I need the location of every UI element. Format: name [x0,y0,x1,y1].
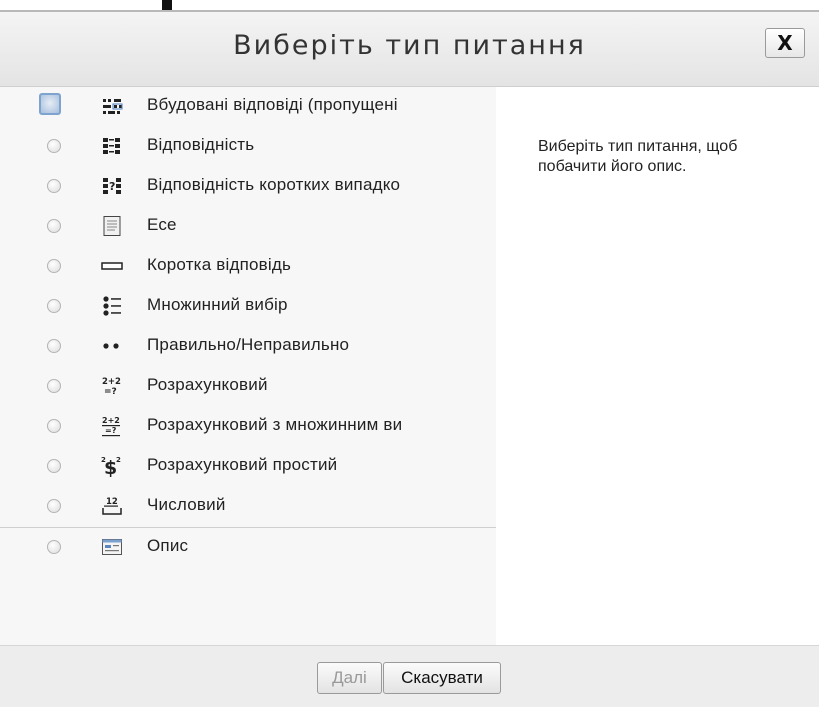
option-label: Множинний вибір [147,295,288,314]
description-panel: Виберіть тип питання, щоб побачити його … [496,87,819,645]
question-type-list: Вбудовані відповіді (пропущені Відповідн… [0,87,496,645]
calculated-multichoice-icon: 2+2 =? [101,415,123,437]
radio-button[interactable] [47,299,61,313]
random-short-answer-matching-icon: ? [101,175,123,197]
dialog-header: Виберіть тип питання X [0,12,819,87]
radio-button[interactable] [47,499,61,513]
option-description[interactable]: Опис [0,527,496,568]
option-label: Правильно/Неправильно [147,335,350,354]
option-label: Опис [147,536,189,555]
cancel-button[interactable]: Скасувати [383,662,501,694]
dialog-title: Виберіть тип питання [233,30,586,61]
option-calculated[interactable]: 2+2 =? Розрахунковий [0,367,496,407]
option-label: Розрахунковий з множинним ви [147,415,403,434]
radio-button[interactable] [47,259,61,273]
option-numerical[interactable]: 12 Числовий [0,487,496,527]
option-label: Розрахунковий простий [147,455,338,474]
option-label: Есе [147,215,177,234]
radio-button[interactable] [47,419,61,433]
multiple-choice-icon [101,295,123,317]
svg-text:2+2: 2+2 [102,377,121,387]
radio-button[interactable] [47,139,61,153]
background-page-strip [0,0,819,13]
close-button[interactable]: X [765,28,805,58]
calculated-simple-icon: $2 2 [101,455,123,477]
radio-button[interactable] [47,540,61,554]
radio-button[interactable] [47,379,61,393]
option-label: Розрахунковий [147,375,268,394]
radio-button[interactable] [47,459,61,473]
cloze-icon [101,95,123,117]
dialog-footer: Далі Скасувати [0,645,819,707]
option-random-short-answer-matching[interactable]: ? Відповідність коротких випадко [0,167,496,207]
option-true-false[interactable]: Правильно/Неправильно [0,327,496,367]
matching-icon [101,135,123,157]
radio-button[interactable] [39,93,61,115]
description-icon [101,536,123,558]
radio-button[interactable] [47,219,61,233]
option-matching[interactable]: Відповідність [0,127,496,167]
numerical-icon: 12 [101,495,123,517]
next-button[interactable]: Далі [317,662,382,694]
radio-button[interactable] [47,339,61,353]
svg-text:=?: =? [105,426,117,435]
radio-button[interactable] [47,179,61,193]
option-essay[interactable]: Есе [0,207,496,247]
svg-text:=?: =? [104,387,117,397]
description-text: Виберіть тип питання, щоб побачити його … [538,138,738,175]
option-label: Вбудовані відповіді (пропущені [147,95,398,114]
option-multiple-choice[interactable]: Множинний вибір [0,287,496,327]
option-cloze[interactable]: Вбудовані відповіді (пропущені [0,87,496,127]
svg-text:?: ? [109,180,115,193]
option-calculated-simple[interactable]: $2 2 Розрахунковий простий [0,447,496,487]
calculated-icon: 2+2 =? [101,375,123,397]
svg-text:2+2: 2+2 [102,416,120,425]
option-short-answer[interactable]: Коротка відповідь [0,247,496,287]
option-label: Коротка відповідь [147,255,292,274]
svg-text:2: 2 [101,456,106,464]
option-label: Відповідність [147,135,255,154]
essay-icon [101,215,123,237]
option-calculated-multichoice[interactable]: 2+2 =? Розрахунковий з множинним ви [0,407,496,447]
short-answer-icon [101,255,123,277]
true-false-icon [101,335,123,357]
option-label: Числовий [147,495,226,514]
svg-text:2: 2 [116,456,121,464]
option-label: Відповідність коротких випадко [147,175,401,194]
question-type-dialog: Виберіть тип питання X Вбудовані відпові… [0,12,819,707]
